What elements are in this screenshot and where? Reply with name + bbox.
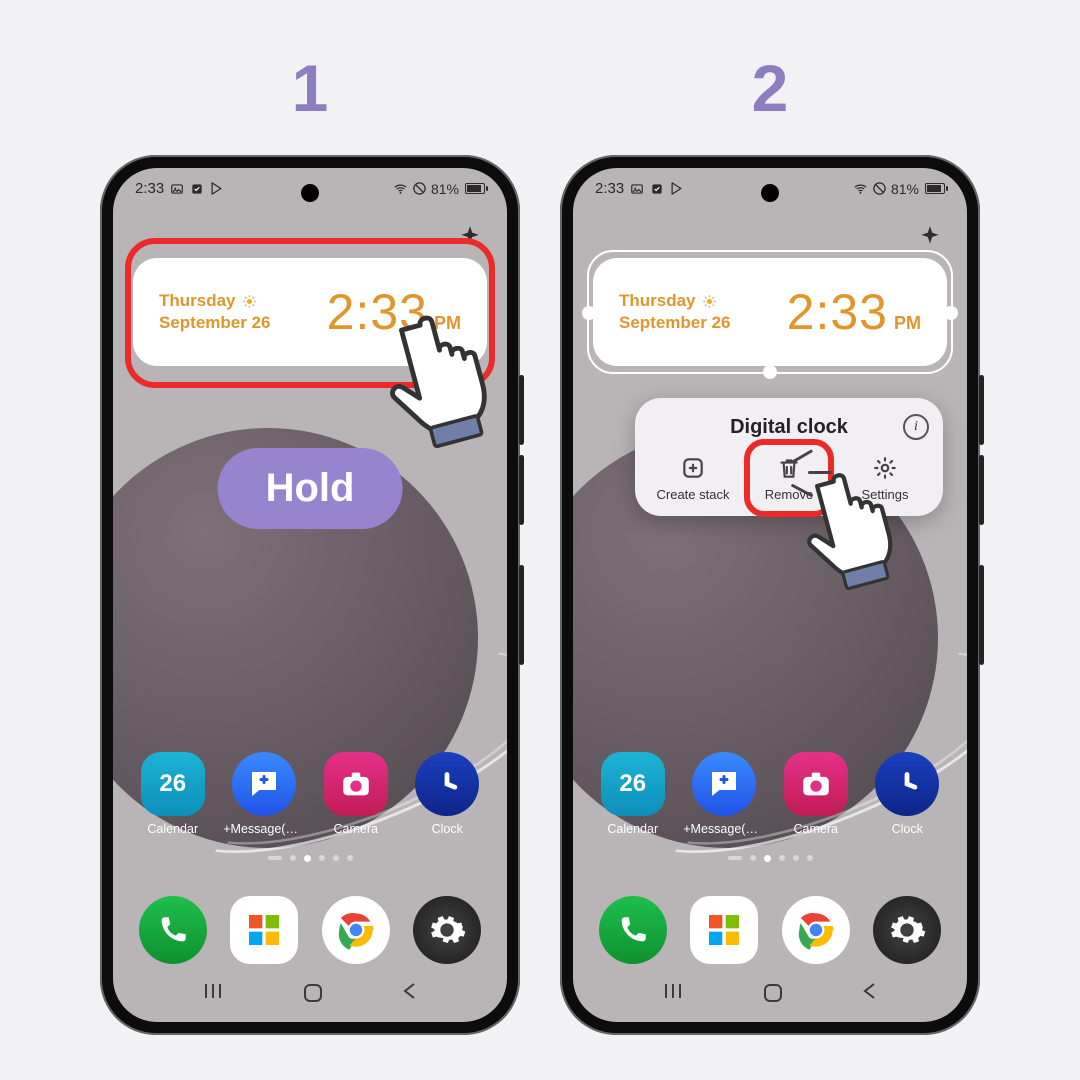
- create-stack-button[interactable]: Create stack: [654, 455, 732, 502]
- power-button[interactable]: [519, 565, 524, 665]
- dock-chrome[interactable]: [775, 896, 857, 964]
- sparkle-icon: [917, 224, 943, 255]
- settings-icon: [873, 896, 941, 964]
- widget-day: Thursday: [159, 291, 236, 311]
- android-navbar: [113, 981, 507, 1010]
- action-label: Create stack: [657, 487, 730, 502]
- camera-icon: [784, 752, 848, 816]
- dock-microsoft[interactable]: [683, 896, 765, 964]
- front-camera: [301, 184, 319, 202]
- app-calendar[interactable]: 26 Calendar: [132, 752, 214, 836]
- dock-phone[interactable]: [132, 896, 214, 964]
- checkbox-icon: [189, 181, 204, 196]
- recents-button[interactable]: [660, 981, 686, 1010]
- dock-microsoft[interactable]: [223, 896, 305, 964]
- app-label: Camera: [775, 822, 857, 836]
- widget-ampm: PM: [894, 313, 921, 334]
- gallery-icon: [169, 181, 184, 196]
- popup-title: Digital clock: [730, 416, 848, 439]
- clock-widget[interactable]: Thursday September 26 2:33 PM: [593, 258, 947, 366]
- app-clock[interactable]: Clock: [406, 752, 488, 836]
- microsoft-icon: [230, 896, 298, 964]
- dock-settings[interactable]: [866, 896, 948, 964]
- checkbox-icon: [649, 181, 664, 196]
- home-apps-row: 26 Calendar +Message(SM... Camera Clock: [113, 752, 507, 836]
- volume-up-button[interactable]: [979, 375, 984, 445]
- clock-icon: [875, 752, 939, 816]
- recents-button[interactable]: [200, 981, 226, 1010]
- play-store-icon: [209, 181, 224, 196]
- android-navbar: [573, 981, 967, 1010]
- app-label: Clock: [866, 822, 948, 836]
- plus-square-icon: [680, 455, 706, 481]
- wifi-icon: [393, 181, 408, 196]
- chrome-icon: [782, 896, 850, 964]
- hand-cursor-icon: [375, 295, 525, 465]
- battery-percent: 81%: [891, 181, 919, 197]
- calendar-icon: 26: [601, 752, 665, 816]
- app-label: Clock: [406, 822, 488, 836]
- camera-icon: [324, 752, 388, 816]
- app-camera[interactable]: Camera: [315, 752, 397, 836]
- back-button[interactable]: [400, 981, 420, 1010]
- dock-settings[interactable]: [406, 896, 488, 964]
- page-indicator[interactable]: [113, 855, 507, 862]
- front-camera: [761, 184, 779, 202]
- calendar-icon: 26: [141, 752, 205, 816]
- status-time: 2:33: [595, 180, 624, 197]
- no-sim-icon: [872, 181, 887, 196]
- battery-percent: 81%: [431, 181, 459, 197]
- resize-handle[interactable]: [763, 365, 777, 379]
- message-icon: [692, 752, 756, 816]
- page-indicator[interactable]: [573, 855, 967, 862]
- volume-down-button[interactable]: [979, 455, 984, 525]
- no-sim-icon: [412, 181, 427, 196]
- message-icon: [232, 752, 296, 816]
- dock-chrome[interactable]: [315, 896, 397, 964]
- play-store-icon: [669, 181, 684, 196]
- sparkle-icon: [457, 224, 483, 255]
- app-clock[interactable]: Clock: [866, 752, 948, 836]
- widget-day: Thursday: [619, 291, 696, 311]
- phone-icon: [139, 896, 207, 964]
- gallery-icon: [629, 181, 644, 196]
- app-message[interactable]: +Message(SM...: [223, 752, 305, 836]
- phone-step-1: 2:33 81%: [100, 155, 520, 1035]
- status-time: 2:33: [135, 180, 164, 197]
- widget-time: 2:33: [787, 283, 888, 341]
- clock-icon: [415, 752, 479, 816]
- info-button[interactable]: i: [903, 414, 929, 440]
- dock: [573, 896, 967, 964]
- battery-icon: [465, 183, 485, 194]
- widget-date: September 26: [159, 313, 271, 333]
- settings-icon: [413, 896, 481, 964]
- app-calendar[interactable]: 26 Calendar: [592, 752, 674, 836]
- hand-cursor-icon: [795, 455, 925, 605]
- app-label: Calendar: [592, 822, 674, 836]
- battery-icon: [925, 183, 945, 194]
- dock: [113, 896, 507, 964]
- step-number-2: 2: [560, 50, 980, 126]
- back-button[interactable]: [860, 981, 880, 1010]
- sun-icon: [702, 294, 717, 309]
- home-button[interactable]: [301, 981, 325, 1010]
- widget-date: September 26: [619, 313, 731, 333]
- power-button[interactable]: [979, 565, 984, 665]
- step-number-1: 1: [100, 50, 520, 126]
- app-label: Calendar: [132, 822, 214, 836]
- app-label: +Message(SM...: [223, 822, 305, 836]
- chrome-icon: [322, 896, 390, 964]
- microsoft-icon: [690, 896, 758, 964]
- app-label: +Message(SM...: [683, 822, 765, 836]
- dock-phone[interactable]: [592, 896, 674, 964]
- home-button[interactable]: [761, 981, 785, 1010]
- phone-icon: [599, 896, 667, 964]
- app-message[interactable]: +Message(SM...: [683, 752, 765, 836]
- app-camera[interactable]: Camera: [775, 752, 857, 836]
- wifi-icon: [853, 181, 868, 196]
- sun-icon: [242, 294, 257, 309]
- home-apps-row: 26 Calendar +Message(SM... Camera Clock: [573, 752, 967, 836]
- app-label: Camera: [315, 822, 397, 836]
- volume-down-button[interactable]: [519, 455, 524, 525]
